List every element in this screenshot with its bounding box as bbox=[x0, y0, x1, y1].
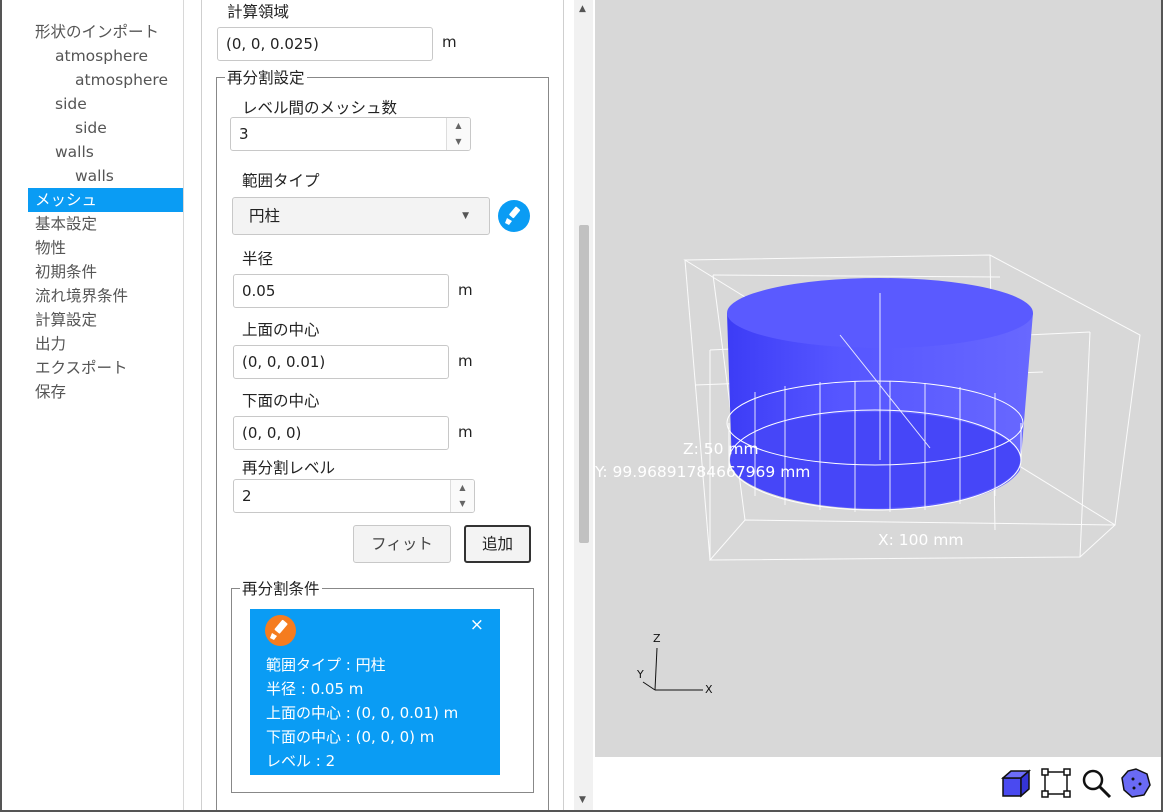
sidebar-item[interactable]: 流れ境界条件 bbox=[2, 284, 183, 308]
bottom-center-label: 下面の中心 bbox=[242, 392, 320, 410]
refine-conditions-legend: 再分割条件 bbox=[242, 580, 320, 598]
axis-y-label: Y bbox=[637, 668, 644, 681]
level-label: 再分割レベル bbox=[242, 459, 336, 477]
condition-level: レベル : 2 bbox=[266, 752, 336, 770]
fit-bounds-icon[interactable] bbox=[1039, 766, 1073, 800]
top-center-input[interactable]: (0, 0, 0.01) bbox=[233, 345, 449, 379]
sidebar-item[interactable]: 計算設定 bbox=[2, 308, 183, 332]
sidebar-item[interactable]: 基本設定 bbox=[2, 212, 183, 236]
brush-icon bbox=[505, 206, 521, 225]
sidebar-item[interactable]: エクスポート bbox=[2, 356, 183, 380]
condition-top-center: 上面の中心 : (0, 0, 0.01) m bbox=[266, 704, 459, 722]
3d-viewer[interactable]: Z: 50 mm Y: 99.96891784667969 mm X: 100 … bbox=[595, 0, 1161, 757]
sidebar-item[interactable]: walls bbox=[2, 164, 183, 188]
viewer-toolbar bbox=[595, 757, 1161, 810]
panel-scrollbar[interactable]: ▲ ▼ bbox=[574, 0, 593, 810]
sidebar-item[interactable]: 出力 bbox=[2, 332, 183, 356]
z-dimension-label: Z: 50 mm bbox=[683, 440, 759, 458]
range-type-value: 円柱 bbox=[249, 207, 281, 225]
sidebar-item[interactable]: atmosphere bbox=[2, 68, 183, 92]
spin-buttons[interactable]: ▲ ▼ bbox=[446, 118, 470, 150]
condition-range-type: 範囲タイプ : 円柱 bbox=[266, 656, 386, 674]
top-center-label: 上面の中心 bbox=[242, 321, 320, 339]
fit-button[interactable]: フィット bbox=[353, 525, 451, 563]
top-center-unit: m bbox=[458, 352, 473, 370]
settings-panel: 計算領域 (0, 0, 0.025) m 再分割設定 レベル間のメッシュ数 3 … bbox=[201, 0, 564, 812]
sidebar-item[interactable]: 形状のインポート bbox=[2, 20, 183, 44]
axis-x-label: X bbox=[705, 683, 713, 696]
radius-input[interactable]: 0.05 bbox=[233, 274, 449, 308]
scrollbar-thumb[interactable] bbox=[579, 225, 589, 543]
level-value: 2 bbox=[242, 487, 252, 505]
condition-card[interactable]: × 範囲タイプ : 円柱 半径 : 0.05 m 上面の中心 : (0, 0, … bbox=[250, 609, 500, 775]
chevron-down-icon: ▼ bbox=[462, 211, 469, 221]
sidebar-item[interactable]: side bbox=[2, 116, 183, 140]
domain-input[interactable]: (0, 0, 0.025) bbox=[217, 27, 433, 61]
spin-buttons[interactable]: ▲ ▼ bbox=[450, 480, 474, 512]
bottom-center-unit: m bbox=[458, 423, 473, 441]
range-type-label: 範囲タイプ bbox=[242, 172, 320, 190]
x-dimension-label: X: 100 mm bbox=[878, 531, 964, 549]
sidebar-item[interactable]: side bbox=[2, 92, 183, 116]
radius-label: 半径 bbox=[242, 250, 274, 268]
sidebar-item[interactable]: walls bbox=[2, 140, 183, 164]
mesh-between-label: レベル間のメッシュ数 bbox=[242, 99, 398, 117]
rotate-sphere-icon[interactable] bbox=[1119, 766, 1153, 800]
axes-gizmo bbox=[642, 647, 703, 691]
y-dimension-label: Y: 99.96891784667969 mm bbox=[595, 463, 811, 481]
radius-unit: m bbox=[458, 281, 473, 299]
sidebar-item[interactable]: atmosphere bbox=[2, 44, 183, 68]
domain-unit: m bbox=[442, 33, 457, 51]
mesh-between-stepper[interactable]: 3 ▲ ▼ bbox=[230, 117, 471, 151]
condition-bottom-center: 下面の中心 : (0, 0, 0) m bbox=[266, 728, 435, 746]
range-paint-button[interactable] bbox=[498, 200, 530, 232]
viewer-scene bbox=[642, 254, 1141, 691]
view-cube-icon[interactable] bbox=[999, 766, 1033, 800]
refine-settings-legend: 再分割設定 bbox=[227, 69, 305, 87]
level-stepper[interactable]: 2 ▲ ▼ bbox=[233, 479, 475, 513]
brush-icon bbox=[265, 615, 296, 646]
sidebar-item[interactable]: 物性 bbox=[2, 236, 183, 260]
scroll-down-icon[interactable]: ▼ bbox=[579, 795, 586, 805]
scroll-up-icon[interactable]: ▲ bbox=[579, 4, 586, 14]
sidebar-tree: 形状のインポート atmosphere atmosphere side side wall… bbox=[2, 0, 184, 810]
mesh-between-value: 3 bbox=[239, 125, 249, 143]
sidebar-item[interactable]: 保存 bbox=[2, 380, 183, 404]
zoom-icon[interactable] bbox=[1079, 766, 1113, 800]
range-type-select[interactable]: 円柱 ▼ bbox=[232, 197, 490, 235]
add-button[interactable]: 追加 bbox=[464, 525, 531, 563]
condition-radius: 半径 : 0.05 m bbox=[266, 680, 364, 698]
sidebar-item[interactable]: メッシュ bbox=[28, 188, 183, 212]
axis-z-label: Z bbox=[653, 632, 661, 645]
sidebar-item[interactable]: 初期条件 bbox=[2, 260, 183, 284]
domain-label: 計算領域 bbox=[227, 3, 290, 21]
bottom-center-input[interactable]: (0, 0, 0) bbox=[233, 416, 449, 450]
close-icon[interactable]: × bbox=[470, 615, 484, 635]
